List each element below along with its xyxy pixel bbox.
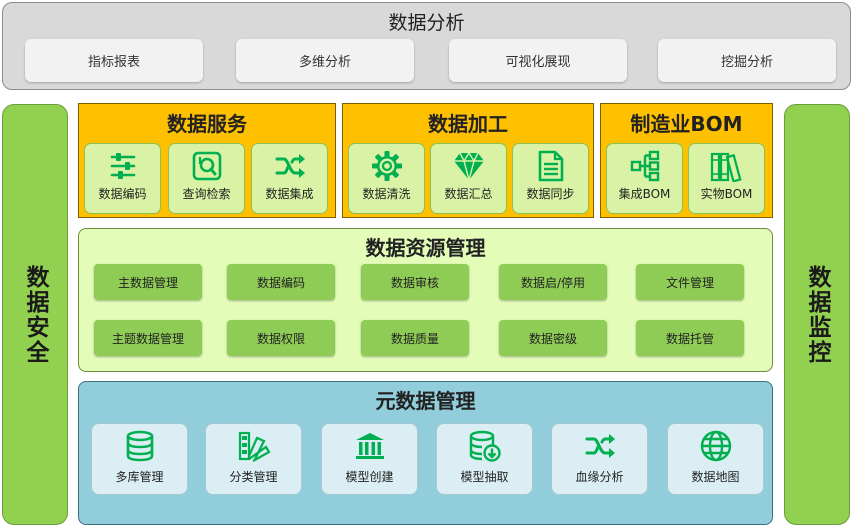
data-processing-panel: 数据加工 数据清洗 数据汇总 数据同步 <box>342 103 594 218</box>
service-tile-data-integration[interactable]: 数据集成 <box>251 143 328 214</box>
data-security-pillar: 数据安全 <box>2 104 68 525</box>
service-tile-label: 数据集成 <box>265 187 314 201</box>
service-tile-label: 查询检索 <box>182 187 231 201</box>
resource-data-hosting[interactable]: 数据托管 <box>636 320 744 356</box>
resource-data-quality[interactable]: 数据质量 <box>361 320 469 356</box>
bom-tile-physical-bom[interactable]: 实物BOM <box>688 143 765 214</box>
metadata-tile-model-extraction[interactable]: 模型抽取 <box>436 423 533 495</box>
database-icon <box>92 429 187 463</box>
document-icon <box>513 149 588 183</box>
resource-file-management[interactable]: 文件管理 <box>636 264 744 300</box>
bom-tile-label: 实物BOM <box>700 187 753 201</box>
resource-data-classification[interactable]: 数据密级 <box>499 320 607 356</box>
data-service-title: 数据服务 <box>167 112 247 136</box>
data-processing-title: 数据加工 <box>428 112 508 136</box>
resource-data-permission[interactable]: 数据权限 <box>227 320 335 356</box>
service-tile-query-search[interactable]: 查询检索 <box>168 143 245 214</box>
sliders-icon <box>85 149 160 183</box>
metadata-tile-label: 多库管理 <box>115 470 164 484</box>
data-analysis-title: 数据分析 <box>388 12 465 34</box>
resource-data-audit[interactable]: 数据审核 <box>361 264 469 300</box>
search-icon <box>169 149 244 183</box>
processing-tile-label: 数据汇总 <box>444 187 493 201</box>
resource-data-enable-disable[interactable]: 数据启/停用 <box>499 264 607 300</box>
service-tile-data-encoding[interactable]: 数据编码 <box>84 143 161 214</box>
bank-icon <box>322 429 417 463</box>
metadata-tile-label: 模型抽取 <box>460 470 509 484</box>
data-analysis-panel: 数据分析 指标报表 多维分析 可视化展现 挖掘分析 <box>2 2 851 90</box>
gear-icon <box>349 149 424 183</box>
metadata-management-title: 元数据管理 <box>375 389 476 413</box>
analysis-item-multidimensional[interactable]: 多维分析 <box>236 39 414 82</box>
globe-icon <box>668 429 763 463</box>
data-monitoring-label: 数据监控 <box>804 264 830 365</box>
database-download-icon <box>437 429 532 463</box>
hierarchy-icon <box>607 149 682 183</box>
books-icon <box>689 149 764 183</box>
metadata-tile-label: 血缘分析 <box>575 470 624 484</box>
resource-data-encoding[interactable]: 数据编码 <box>227 264 335 300</box>
resource-master-data[interactable]: 主数据管理 <box>94 264 202 300</box>
bom-tile-integrated-bom[interactable]: 集成BOM <box>606 143 683 214</box>
metadata-management-panel: 元数据管理 多库管理 分类管理 模型创建 模型抽取 血缘分析 数据地图 <box>78 381 773 525</box>
metadata-tile-label: 数据地图 <box>691 470 740 484</box>
classify-icon <box>206 429 301 463</box>
processing-tile-label: 数据清洗 <box>362 187 411 201</box>
data-resource-management-panel: 数据资源管理 主数据管理 数据编码 数据审核 数据启/停用 文件管理 主题数据管… <box>78 228 773 372</box>
data-monitoring-pillar: 数据监控 <box>784 104 850 525</box>
metadata-tile-data-map[interactable]: 数据地图 <box>667 423 764 495</box>
metadata-tile-multi-db[interactable]: 多库管理 <box>91 423 188 495</box>
data-resource-management-title: 数据资源管理 <box>365 236 486 260</box>
metadata-tile-label: 模型创建 <box>345 470 394 484</box>
data-security-label: 数据安全 <box>22 264 48 365</box>
analysis-item-indicator-report[interactable]: 指标报表 <box>25 39 203 82</box>
metadata-tile-model-creation[interactable]: 模型创建 <box>321 423 418 495</box>
gem-icon <box>431 149 506 183</box>
processing-tile-data-summary[interactable]: 数据汇总 <box>430 143 507 214</box>
manufacturing-bom-title: 制造业BOM <box>630 112 743 136</box>
analysis-item-mining[interactable]: 挖掘分析 <box>658 39 836 82</box>
data-service-panel: 数据服务 数据编码 查询检索 数据集成 <box>78 103 336 218</box>
metadata-tile-label: 分类管理 <box>229 470 278 484</box>
resource-topic-data[interactable]: 主题数据管理 <box>94 320 202 356</box>
service-tile-label: 数据编码 <box>98 187 147 201</box>
bom-tile-label: 集成BOM <box>618 187 671 201</box>
processing-tile-data-sync[interactable]: 数据同步 <box>512 143 589 214</box>
manufacturing-bom-panel: 制造业BOM 集成BOM 实物BOM <box>600 103 773 218</box>
metadata-tile-classification[interactable]: 分类管理 <box>205 423 302 495</box>
processing-tile-label: 数据同步 <box>526 187 575 201</box>
shuffle-icon <box>252 149 327 183</box>
analysis-item-visualization[interactable]: 可视化展现 <box>449 39 627 82</box>
metadata-tile-lineage-analysis[interactable]: 血缘分析 <box>551 423 648 495</box>
processing-tile-data-cleansing[interactable]: 数据清洗 <box>348 143 425 214</box>
shuffle-icon <box>552 429 647 463</box>
